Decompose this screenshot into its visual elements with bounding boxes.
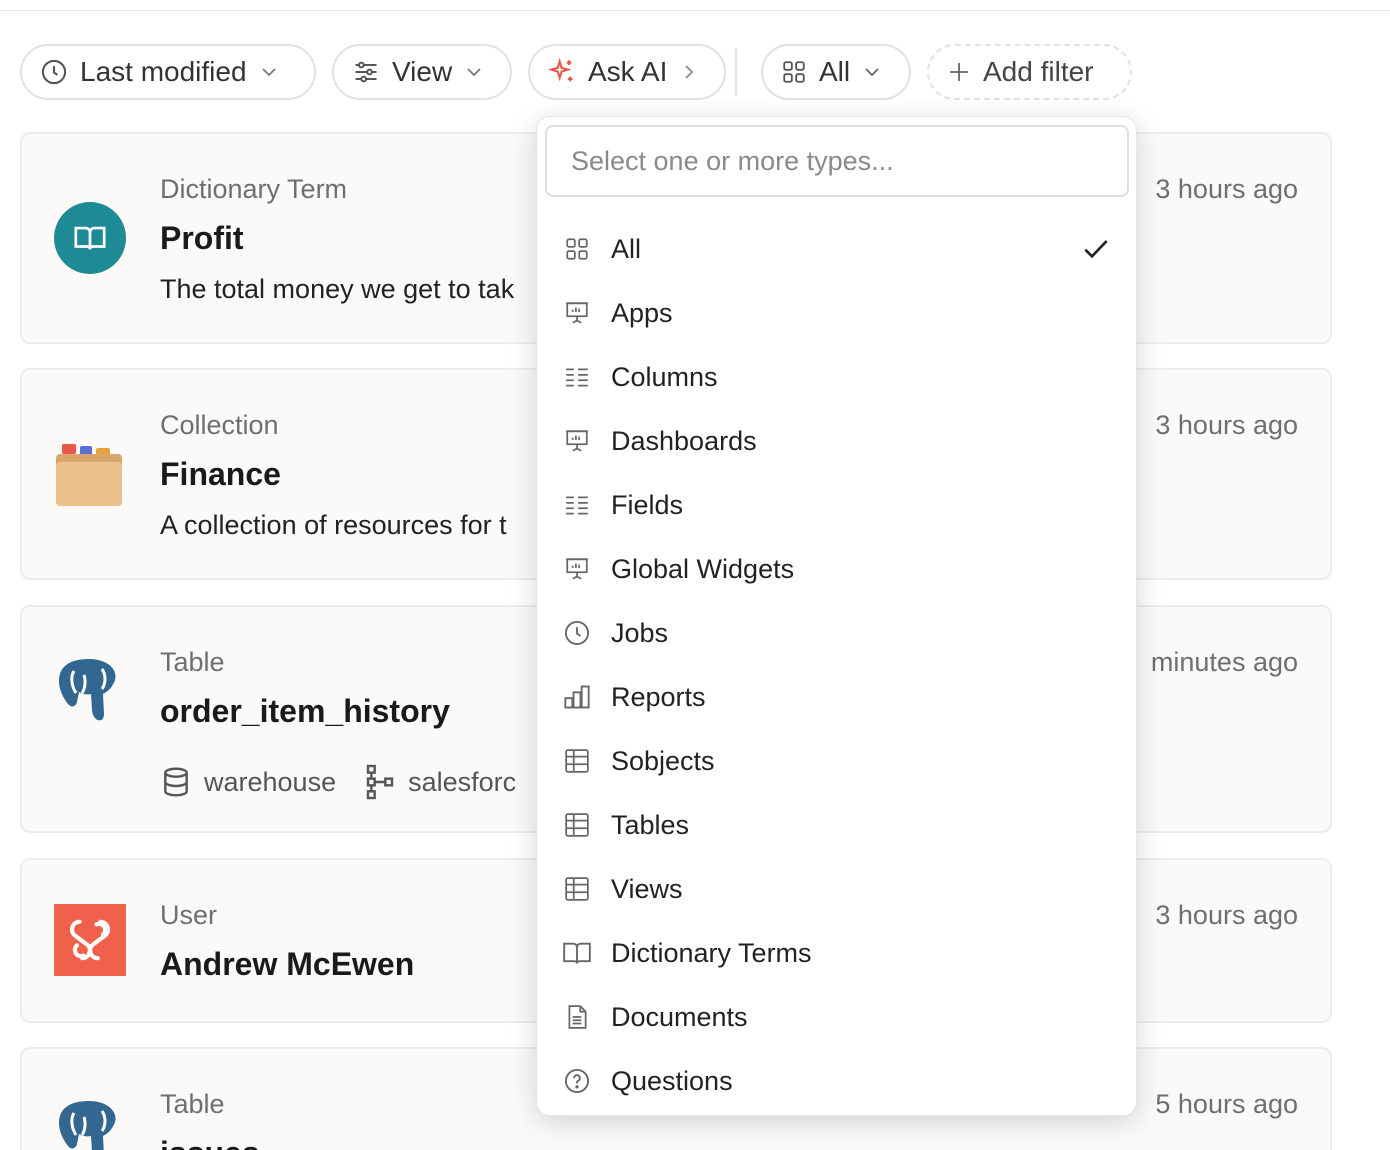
add-filter-button[interactable]: Add filter — [927, 44, 1132, 100]
result-title[interactable]: Finance — [160, 456, 281, 493]
result-type: Dictionary Term — [160, 174, 348, 204]
result-time: 3 hours ago — [1155, 900, 1298, 930]
type-option-reports[interactable]: Reports — [537, 665, 1138, 729]
result-time: 3 hours ago — [1155, 174, 1298, 204]
sliders-icon — [355, 61, 377, 83]
type-option-apps[interactable]: Apps — [537, 281, 1138, 345]
type-option-fields[interactable]: Fields — [537, 473, 1138, 537]
type-option-columns[interactable]: Columns — [537, 345, 1138, 409]
type-search-input[interactable] — [545, 125, 1129, 197]
table-icon — [563, 875, 591, 903]
chevron-down-icon — [865, 68, 879, 77]
type-option-label: Fields — [611, 489, 684, 520]
result-description: A collection of resources for t — [160, 510, 507, 540]
grid-icon — [783, 61, 805, 83]
meta-label: salesforc — [408, 766, 517, 797]
type-filter-dropdown[interactable]: All — [761, 44, 911, 100]
ask-ai-label: Ask AI — [588, 56, 668, 87]
type-option-label: Tables — [611, 809, 690, 840]
type-option-dictionary-terms[interactable]: Dictionary Terms — [537, 921, 1138, 985]
type-option-sobjects[interactable]: Sobjects — [537, 729, 1138, 793]
type-option-jobs[interactable]: Jobs — [537, 601, 1138, 665]
type-option-label: Dictionary Terms — [611, 937, 812, 968]
result-title[interactable]: issues — [160, 1135, 260, 1150]
chevron-right-icon — [685, 65, 694, 79]
presentation-icon — [563, 427, 591, 455]
chevron-down-icon — [261, 68, 276, 77]
type-option-dashboards[interactable]: Dashboards — [537, 409, 1138, 473]
meta-label: warehouse — [204, 766, 337, 797]
type-option-all[interactable]: All — [537, 217, 1138, 281]
book-icon — [563, 939, 591, 967]
checkmark-icon — [1084, 240, 1108, 259]
result-type: User — [160, 900, 218, 930]
type-option-label: Columns — [611, 361, 718, 392]
user-logo-icon — [54, 904, 126, 976]
sparkle-icon — [548, 58, 573, 82]
postgres-elephant-icon — [54, 655, 124, 732]
meta-item: warehouse — [160, 765, 336, 799]
type-filter-menu: All Apps Columns Dashboards Fields Globa… — [536, 116, 1137, 1116]
presentation-icon — [563, 555, 591, 583]
bar-chart-icon — [563, 683, 591, 711]
result-type: Table — [160, 647, 225, 677]
result-title[interactable]: Andrew McEwen — [160, 946, 414, 983]
type-option-global-widgets[interactable]: Global Widgets — [537, 537, 1138, 601]
result-type: Table — [160, 1089, 225, 1119]
type-option-documents[interactable]: Documents — [537, 985, 1138, 1049]
result-time: 3 hours ago — [1155, 410, 1298, 440]
type-options-list: All Apps Columns Dashboards Fields Globa… — [537, 217, 1138, 1113]
type-option-label: Apps — [611, 297, 673, 328]
table-icon — [563, 747, 591, 775]
chevron-down-icon — [467, 68, 481, 77]
question-icon — [563, 1067, 591, 1095]
type-filter-label: All — [819, 56, 851, 87]
clock-icon — [41, 59, 67, 85]
type-option-label: Global Widgets — [611, 553, 795, 584]
result-title[interactable]: order_item_history — [160, 693, 450, 730]
type-option-label: Jobs — [611, 617, 669, 648]
top-divider — [0, 10, 1390, 11]
result-time: 5 hours ago — [1155, 1089, 1298, 1119]
sort-label: Last modified — [80, 56, 247, 87]
result-description: The total money we get to tak — [160, 274, 515, 304]
presentation-icon — [563, 299, 591, 327]
toolbar-separator — [735, 48, 737, 96]
add-filter-label: Add filter — [983, 56, 1094, 87]
clock-icon — [563, 619, 591, 647]
grid-icon — [563, 235, 591, 263]
type-option-label: Sobjects — [611, 745, 715, 776]
list-icon — [563, 363, 591, 391]
ask-ai-button[interactable]: Ask AI — [528, 44, 726, 100]
type-option-label: Reports — [611, 681, 706, 712]
type-option-label: Documents — [611, 1001, 748, 1032]
meta-item: salesforc — [364, 763, 516, 801]
type-option-label: Views — [611, 873, 683, 904]
type-option-questions[interactable]: Questions — [537, 1049, 1138, 1113]
database-icon — [164, 767, 188, 797]
book-icon — [54, 202, 126, 274]
result-meta: warehouse salesforc — [160, 763, 516, 801]
schema-icon — [366, 764, 394, 800]
result-title[interactable]: Profit — [160, 220, 244, 257]
table-icon — [563, 811, 591, 839]
postgres-elephant-icon — [54, 1097, 124, 1150]
list-icon — [563, 491, 591, 519]
document-icon — [563, 1003, 591, 1031]
plus-icon — [950, 63, 968, 81]
result-type: Collection — [160, 410, 279, 440]
type-option-tables[interactable]: Tables — [537, 793, 1138, 857]
type-option-views[interactable]: Views — [537, 857, 1138, 921]
type-option-label: Questions — [611, 1065, 733, 1096]
sort-dropdown[interactable]: Last modified — [20, 44, 316, 100]
type-option-label: All — [611, 233, 642, 264]
view-dropdown[interactable]: View — [332, 44, 512, 100]
view-label: View — [392, 56, 453, 87]
type-option-label: Dashboards — [611, 425, 757, 456]
folder-icon — [54, 442, 124, 513]
result-time: minutes ago — [1150, 647, 1298, 677]
